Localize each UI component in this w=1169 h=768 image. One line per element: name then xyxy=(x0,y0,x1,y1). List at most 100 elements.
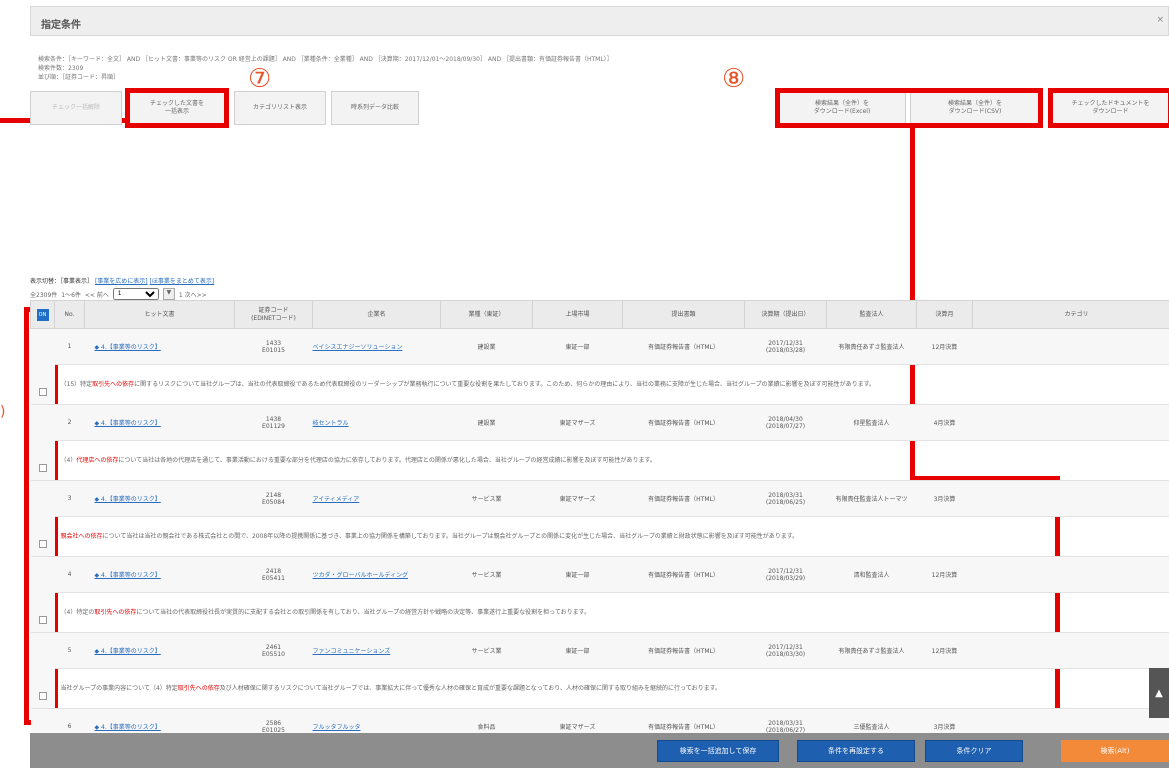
row-checkbox[interactable] xyxy=(38,388,47,396)
hit-document-link[interactable]: ◆ 4.【事業等のリスク】 xyxy=(84,632,235,669)
annotation-box-8 xyxy=(775,88,1043,128)
column-header[interactable]: 企業名 xyxy=(312,300,441,329)
row-checkbox[interactable] xyxy=(38,464,47,472)
table-row: 5 ◆ 4.【事業等のリスク】 2461 E05510 ファンコミュニケーションズ サー… xyxy=(30,632,1169,709)
check-all-header[interactable]: ON xyxy=(30,300,55,329)
column-header[interactable]: 決算月 xyxy=(916,300,973,329)
excerpt-body: について当社は当社の親会社である株式会社との間で、2008年以降の提携関係に基づ… xyxy=(102,533,799,540)
company-link[interactable]: ベイシスエナジーソリューション xyxy=(312,328,441,365)
condition-count: 検索件数：2309 xyxy=(38,65,84,72)
row-checkbox-cell[interactable] xyxy=(30,556,55,633)
table-row-excerpt: （15）特定取引先への依存に関するリスクについて当社グループは、当社の代表取締役… xyxy=(31,364,1169,405)
excerpt-prefix: （15）特定 xyxy=(60,381,93,388)
security-code: 1438 E01129 xyxy=(234,404,313,441)
excerpt-text: 当社グループの事業内容について（4）特定取引先への依存及び人材確保に関するリスク… xyxy=(54,668,1169,709)
market: 東証一部 xyxy=(532,556,623,593)
pager-next[interactable]: 1 次へ>> xyxy=(179,290,207,299)
sector: サービス業 xyxy=(440,480,533,517)
column-header[interactable]: 決算期（提出日） xyxy=(744,300,827,329)
fiscal-month: 12月決算 xyxy=(916,632,973,669)
excerpt-body: について当社の代表取締役社長が実質的に支配する会社との取引関係を有しており、当社… xyxy=(136,609,591,616)
display-compact-link[interactable]: [ほ事業をまとめて表示] xyxy=(150,278,215,285)
column-header[interactable]: 監査法人 xyxy=(826,300,917,329)
pager-range: 1〜6件 xyxy=(61,291,81,299)
page-select[interactable]: 1 xyxy=(112,288,159,300)
timeseries-compare-button[interactable]: 時系列データ比較 xyxy=(331,91,419,125)
column-header[interactable]: カテゴリ xyxy=(972,300,1169,329)
auditor: 清和監査法人 xyxy=(826,556,917,593)
scroll-top-button[interactable]: ▲ xyxy=(1149,668,1169,718)
hit-document-link[interactable]: ◆ 4.【事業等のリスク】 xyxy=(84,556,235,593)
row-checkbox[interactable] xyxy=(38,692,47,700)
sector: 建設業 xyxy=(440,404,533,441)
column-header[interactable]: 提出書類 xyxy=(622,300,745,329)
row-checkbox-cell[interactable] xyxy=(30,480,55,557)
hit-document-link[interactable]: ◆ 4.【事業等のリスク】 xyxy=(84,328,235,365)
annotation-box-7 xyxy=(125,88,229,128)
page-go-button[interactable]: ▼ xyxy=(162,288,175,300)
add-all-save-button[interactable]: 検索を一括追加して保存 xyxy=(657,740,779,762)
company-link[interactable]: 岐セントラル xyxy=(312,404,441,441)
row-checkbox-cell[interactable] xyxy=(30,632,55,709)
category-list-button[interactable]: カテゴリリスト表示 xyxy=(234,91,326,125)
category xyxy=(972,556,1169,593)
row-checkbox[interactable] xyxy=(38,616,47,624)
column-header[interactable]: 上場市場 xyxy=(532,300,623,329)
annotation-fragment: ) xyxy=(0,404,6,420)
sector: サービス業 xyxy=(440,556,533,593)
auditor: 有限責任あずさ監査法人 xyxy=(826,632,917,669)
fiscal-period: 2018/03/31 (2018/06/25) xyxy=(744,480,827,517)
annotation-number-7: ⑦ xyxy=(248,64,272,94)
fiscal-month: 3月決算 xyxy=(916,480,973,517)
excerpt-body: 及び人材確保に関するリスクについて当社グループでは、事業拡大に伴って優秀な人材の… xyxy=(219,685,721,692)
row-no: 3 xyxy=(54,480,85,517)
row-checkbox-cell[interactable] xyxy=(30,328,55,405)
fiscal-period: 2017/12/31 (2018/03/28) xyxy=(744,328,827,365)
hit-document-link[interactable]: ◆ 4.【事業等のリスク】 xyxy=(84,404,235,441)
company-link[interactable]: ファンコミュニケーションズ xyxy=(312,632,441,669)
uncheck-all-button[interactable]: チェック一括解除 xyxy=(30,91,122,125)
annotation-number-8: ⑧ xyxy=(722,64,746,94)
document-type: 有価証券報告書（HTML） xyxy=(622,404,745,441)
excerpt-prefix: （4）特定の xyxy=(60,609,95,616)
fiscal-period: 2018/04/30 (2018/07/27) xyxy=(744,404,827,441)
close-icon[interactable]: × xyxy=(1156,15,1164,25)
row-no: 2 xyxy=(54,404,85,441)
table-row-excerpt: 当社グループの事業内容について（4）特定取引先への依存及び人材確保に関するリスク… xyxy=(31,668,1169,709)
row-checkbox[interactable] xyxy=(38,540,47,548)
security-code: 1433 E01015 xyxy=(234,328,313,365)
fiscal-period: 2017/12/31 (2018/03/30) xyxy=(744,632,827,669)
pager-prev[interactable]: << 前へ xyxy=(85,290,109,299)
market: 東証マザーズ xyxy=(532,480,623,517)
check-all-checkbox[interactable]: ON xyxy=(36,308,49,321)
document-type: 有価証券報告書（HTML） xyxy=(622,480,745,517)
sector: サービス業 xyxy=(440,632,533,669)
market: 東証一部 xyxy=(532,632,623,669)
column-header[interactable]: ヒット文書 xyxy=(84,300,235,329)
row-checkbox-cell[interactable] xyxy=(30,404,55,481)
column-header[interactable]: 証券コード (EDINETコード) xyxy=(234,300,313,329)
column-header[interactable]: No. xyxy=(54,300,85,329)
hit-document-link[interactable]: ◆ 4.【事業等のリスク】 xyxy=(84,480,235,517)
display-wide-link[interactable]: [事業を広めに表示] xyxy=(95,278,148,285)
category xyxy=(972,404,1169,441)
annotation-box-8b xyxy=(1048,88,1169,128)
reset-condition-button[interactable]: 条件を再設定する xyxy=(797,740,915,762)
security-code: 2148 E05084 xyxy=(234,480,313,517)
document-type: 有価証券報告書（HTML） xyxy=(622,632,745,669)
excerpt-highlight: 代理店への依存 xyxy=(76,457,119,464)
company-link[interactable]: ツカダ・グローバルホールディング xyxy=(312,556,441,593)
category xyxy=(972,328,1169,365)
security-code: 2461 E05510 xyxy=(234,632,313,669)
sector: 建設業 xyxy=(440,328,533,365)
security-code: 2418 E05411 xyxy=(234,556,313,593)
column-header[interactable]: 業種（東証） xyxy=(440,300,533,329)
table-header-row: ON No. ヒット文書 証券コード (EDINETコード) 企業名 業種（東証… xyxy=(30,300,1169,329)
search-button[interactable]: 検索(Alt) xyxy=(1061,740,1169,762)
clear-condition-button[interactable]: 条件クリア xyxy=(925,740,1023,762)
excerpt-body: について当社は各地の代理店を通じて、事業活動における重要な部分を代理店の協力に依… xyxy=(118,457,656,464)
auditor: 有限責任監査法人トーマツ xyxy=(826,480,917,517)
condition-panel-header: 指定条件 × xyxy=(30,6,1169,36)
company-link[interactable]: アイティメディア xyxy=(312,480,441,517)
display-switch: 表示切替：［事業表示］ [事業を広めに表示] [ほ事業をまとめて表示] xyxy=(30,276,214,285)
